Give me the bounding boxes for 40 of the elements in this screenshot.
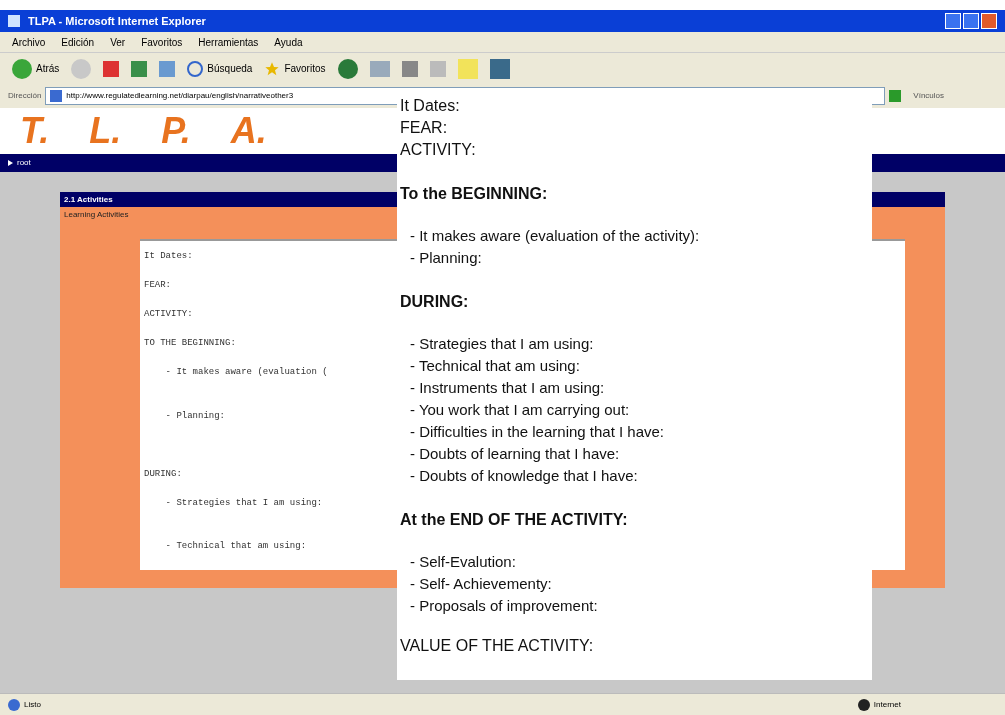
menu-item[interactable]: Edición	[61, 34, 95, 50]
menu-item[interactable]: Herramientas	[198, 34, 259, 50]
search-button[interactable]: Búsqueda	[187, 60, 253, 77]
url-text: http://www.regulatedlearning.net/diarpau/english/narrativeother3	[66, 90, 294, 102]
popup-item: - Doubts of learning that I have:	[410, 444, 620, 464]
popup-item: - Planning:	[410, 248, 482, 268]
status-text: Listo	[24, 698, 41, 711]
window-title: TLPA - Microsoft Internet Explorer	[28, 13, 206, 29]
popup-item: - Technical that am using:	[410, 356, 580, 376]
back-button[interactable]: Atrás	[12, 58, 60, 79]
popup-heading: At the END OF THE ACTIVITY:	[400, 510, 628, 530]
popup-item: - Self- Achievementy:	[410, 574, 552, 594]
popup-label: VALUE OF THE ACTIVITY:	[400, 636, 594, 656]
favorites-button[interactable]: Favoritos	[264, 60, 326, 77]
popup-item: - Instruments that I am using:	[410, 378, 605, 398]
links-label[interactable]: Vínculos	[913, 90, 945, 102]
popup-item: - Doubts of knowledge that I have:	[410, 466, 638, 486]
menu-item[interactable]: Favoritos	[141, 34, 183, 50]
popup-item: - Self-Evalution:	[410, 552, 516, 572]
popup-item: - It makes aware (evaluation of the activity):	[410, 226, 700, 246]
address-label: Dirección	[8, 90, 42, 102]
menu-item[interactable]: Archivo	[12, 34, 46, 50]
logo-letter: P.	[161, 113, 191, 149]
nav-link[interactable]: root	[17, 157, 31, 169]
nav-arrow-icon	[8, 160, 13, 166]
popup-item: - Proposals of improvement:	[410, 596, 598, 616]
popup-label: ACTIVITY:	[400, 140, 476, 160]
popup-item: - Strategies that I am using:	[410, 334, 594, 354]
menu-item[interactable]: Ayuda	[274, 34, 303, 50]
logo-letter: L.	[89, 113, 122, 149]
menu-item[interactable]: Ver	[110, 34, 126, 50]
zone-text: Internet	[873, 698, 901, 711]
logo-letter: T.	[20, 113, 50, 149]
popup-item: - You work that I am carrying out:	[410, 400, 630, 420]
popup-heading: DURING:	[400, 292, 469, 312]
star-icon	[264, 60, 281, 77]
popup-item: - Difficulties in the learning that I have:	[410, 422, 665, 442]
popup-label: FEAR:	[400, 118, 448, 138]
popup-label: It Dates:	[400, 96, 460, 116]
logo-letter: A.	[230, 113, 267, 149]
